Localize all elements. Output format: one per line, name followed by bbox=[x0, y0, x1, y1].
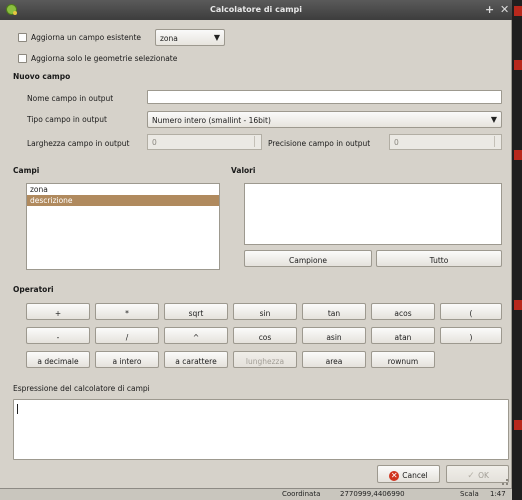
fields-heading: Campi bbox=[13, 166, 40, 175]
maximize-icon[interactable]: + bbox=[485, 3, 494, 16]
operator-divide-button[interactable]: / bbox=[95, 327, 159, 344]
sample-values-button[interactable]: Campione bbox=[244, 250, 372, 267]
close-icon[interactable]: ✕ bbox=[500, 3, 509, 16]
operator-multiply-button[interactable]: * bbox=[95, 303, 159, 320]
resize-grip-icon[interactable] bbox=[502, 479, 508, 485]
operator-acos-button[interactable]: acos bbox=[371, 303, 435, 320]
text-cursor bbox=[17, 404, 18, 414]
scale-label: Scala bbox=[460, 490, 479, 498]
values-heading: Valori bbox=[231, 166, 256, 175]
output-name-input[interactable] bbox=[147, 90, 502, 104]
spin-arrows-icon[interactable] bbox=[494, 136, 500, 147]
operator-minus-button[interactable]: - bbox=[26, 327, 90, 344]
cancel-button-label: Cancel bbox=[402, 471, 428, 480]
list-item-selected[interactable]: descrizione bbox=[27, 195, 219, 206]
rownum-button[interactable]: rownum bbox=[371, 351, 435, 368]
update-existing-label: Aggiorna un campo esistente bbox=[31, 33, 142, 42]
output-type-label: Tipo campo in output bbox=[27, 115, 107, 124]
output-name-value bbox=[148, 91, 501, 95]
output-width-value: 0 bbox=[152, 138, 157, 147]
to-int-button[interactable]: a intero bbox=[95, 351, 159, 368]
background-statusbar: Coordinata 2770999,4406990 Scala 1:47 bbox=[0, 488, 512, 500]
operator-sqrt-button[interactable]: sqrt bbox=[164, 303, 228, 320]
operator-power-button[interactable]: ^ bbox=[164, 327, 228, 344]
all-values-button[interactable]: Tutto bbox=[376, 250, 502, 267]
update-existing-checkbox[interactable] bbox=[18, 33, 27, 42]
list-item[interactable]: zona bbox=[27, 184, 219, 195]
chevron-down-icon: ▼ bbox=[213, 33, 220, 42]
output-width-label: Larghezza campo in output bbox=[27, 139, 130, 148]
coordinate-label: Coordinata bbox=[282, 490, 321, 498]
output-width-spinbox[interactable]: 0 bbox=[147, 134, 262, 150]
field-calculator-dialog: Aggiorna un campo esistente zona ▼ Aggio… bbox=[0, 20, 512, 488]
operator-cos-button[interactable]: cos bbox=[233, 327, 297, 344]
operator-close-paren-button[interactable]: ) bbox=[440, 327, 502, 344]
checkmark-icon: ✓ bbox=[467, 471, 475, 481]
existing-field-combo[interactable]: zona ▼ bbox=[155, 29, 225, 46]
output-precision-label: Precisione campo in output bbox=[268, 139, 371, 148]
spin-arrows-icon[interactable] bbox=[254, 136, 260, 147]
operator-plus-button[interactable]: + bbox=[26, 303, 90, 320]
scale-value: 1:47 bbox=[490, 490, 506, 498]
new-field-heading: Nuovo campo bbox=[13, 72, 71, 81]
ok-button-label: OK bbox=[478, 471, 489, 480]
output-name-label: Nome campo in output bbox=[27, 94, 114, 103]
cancel-icon: ✕ bbox=[389, 471, 400, 481]
output-precision-value: 0 bbox=[394, 138, 399, 147]
coordinate-value: 2770999,4406990 bbox=[340, 490, 405, 498]
output-precision-spinbox[interactable]: 0 bbox=[389, 134, 502, 150]
selected-only-label: Aggiorna solo le geometrie selezionate bbox=[31, 54, 178, 63]
existing-field-value: zona bbox=[160, 34, 178, 43]
ok-button[interactable]: ✓ OK bbox=[446, 465, 509, 483]
background-window-edge bbox=[512, 0, 522, 500]
chevron-down-icon: ▼ bbox=[490, 115, 497, 124]
fields-list[interactable]: zona descrizione bbox=[26, 183, 220, 270]
values-list[interactable] bbox=[244, 183, 502, 245]
area-button[interactable]: area bbox=[302, 351, 366, 368]
expression-textarea[interactable] bbox=[13, 399, 509, 460]
operators-heading: Operatori bbox=[13, 285, 54, 294]
length-button[interactable]: lunghezza bbox=[233, 351, 297, 368]
operator-sin-button[interactable]: sin bbox=[233, 303, 297, 320]
window-title: Calcolatore di campi bbox=[209, 5, 303, 14]
to-real-button[interactable]: a decimale bbox=[26, 351, 90, 368]
operator-tan-button[interactable]: tan bbox=[302, 303, 366, 320]
expression-heading: Espressione del calcolatore di campi bbox=[13, 384, 150, 393]
operator-atan-button[interactable]: atan bbox=[371, 327, 435, 344]
selected-only-checkbox[interactable] bbox=[18, 54, 27, 63]
output-type-combo[interactable]: Numero intero (smallint - 16bit) ▼ bbox=[147, 111, 502, 128]
operator-open-paren-button[interactable]: ( bbox=[440, 303, 502, 320]
output-type-value: Numero intero (smallint - 16bit) bbox=[152, 116, 271, 125]
to-string-button[interactable]: a carattere bbox=[164, 351, 228, 368]
operator-asin-button[interactable]: asin bbox=[302, 327, 366, 344]
window-titlebar: Calcolatore di campi + ✕ bbox=[0, 0, 512, 20]
cancel-button[interactable]: ✕ Cancel bbox=[377, 465, 440, 483]
